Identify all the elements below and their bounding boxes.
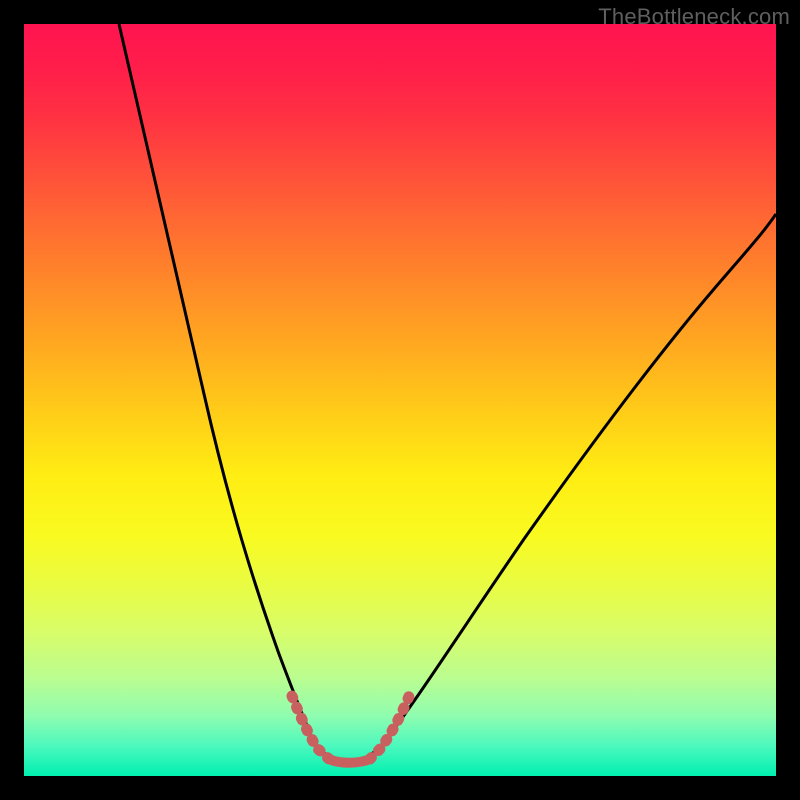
plot-area <box>24 24 776 776</box>
accent-left-descent <box>292 696 329 759</box>
curve-left-branch <box>119 24 314 742</box>
chart-svg <box>24 24 776 776</box>
accent-flat-bottom <box>329 759 370 763</box>
curve-right-branch <box>389 214 776 736</box>
accent-right-rise <box>370 694 410 759</box>
outer-frame: TheBottleneck.com <box>0 0 800 800</box>
